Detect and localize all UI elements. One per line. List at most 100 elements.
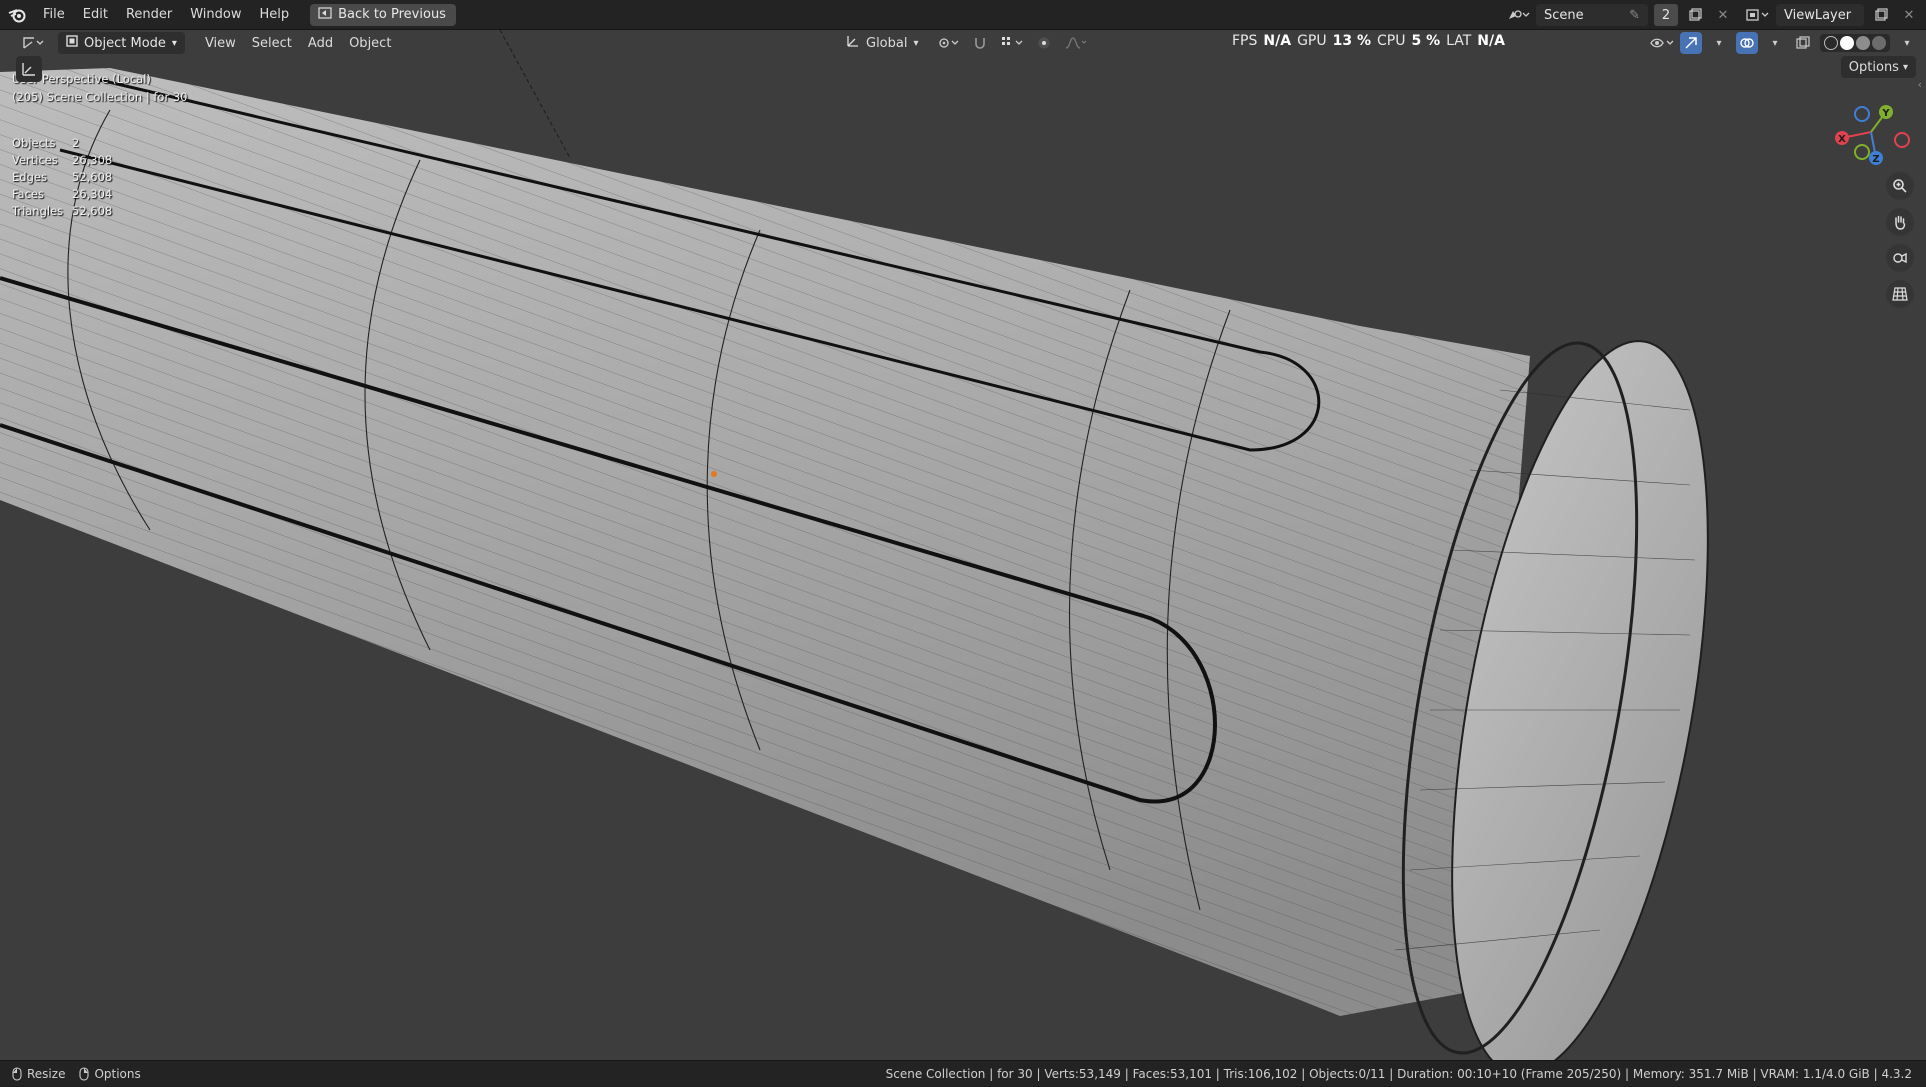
transform-tools: Global ▾ (838, 32, 1087, 54)
chevron-down-icon: ▾ (171, 37, 177, 49)
menu-file[interactable]: File (34, 0, 74, 30)
solid-shading-icon[interactable] (1840, 36, 1854, 50)
zoom-icon[interactable] (1886, 172, 1914, 200)
scene-name-text: Scene (1544, 7, 1584, 23)
sidebar-expand-icon[interactable]: ‹ (1918, 78, 1922, 91)
mesh-wireframe-render[interactable] (0, 30, 1926, 1066)
stat-row-edges: Edges 52,608 (12, 170, 112, 184)
gpu-value: 13 % (1332, 33, 1371, 49)
menu-edit[interactable]: Edit (74, 0, 117, 30)
orientation-axes-icon (846, 34, 860, 52)
menu-add[interactable]: Add (300, 32, 341, 54)
viewport-display-tools: ▾ ▾ ▾ (1650, 32, 1918, 54)
gizmo-toggle-icon[interactable] (1680, 32, 1702, 54)
mouse-left-icon (12, 1066, 22, 1081)
proportional-editing-icon[interactable] (1033, 32, 1055, 54)
options-dropdown[interactable]: Options ▾ (1840, 56, 1916, 78)
toolbar-tool-button[interactable] (16, 56, 42, 82)
gizmo-z-label: Z (1872, 154, 1879, 165)
pan-hand-icon[interactable] (1886, 208, 1914, 236)
stat-value: 52,608 (72, 170, 113, 184)
mouse-right-icon (79, 1066, 90, 1081)
navigation-gizmo[interactable]: Y X Z (1826, 92, 1916, 172)
editor-type-button[interactable] (14, 32, 52, 54)
menu-window[interactable]: Window (181, 0, 250, 30)
top-menu-bar: File Edit Render Window Help Back to Pre… (0, 0, 1926, 30)
wireframe-shading-icon[interactable] (1824, 36, 1838, 50)
status-hint-options: Options (79, 1066, 141, 1081)
cpu-value: 5 % (1411, 33, 1441, 49)
fps-value: N/A (1263, 33, 1292, 49)
status-bar: Resize Options Scene Collection | for 30… (0, 1060, 1926, 1086)
blender-logo-icon[interactable] (0, 0, 34, 30)
camera-view-icon[interactable] (1886, 244, 1914, 272)
delete-scene-icon[interactable]: ✕ (1712, 4, 1734, 26)
menu-select[interactable]: Select (244, 32, 300, 54)
viewport-navigation (1886, 172, 1914, 308)
gizmo-x-label: X (1838, 134, 1846, 145)
back-to-previous-label: Back to Previous (338, 7, 446, 22)
overlays-toggle-icon[interactable] (1736, 32, 1758, 54)
pivot-point-icon[interactable] (937, 32, 959, 54)
fps-label: FPS (1232, 33, 1258, 49)
gizmo-neg-x[interactable] (1894, 132, 1910, 148)
snap-toggle-icon[interactable] (969, 32, 991, 54)
stat-label: Vertices (12, 153, 58, 167)
delete-view-layer-icon[interactable]: ✕ (1898, 4, 1920, 26)
options-label: Options (1848, 59, 1899, 75)
visibility-selectability-icon[interactable] (1650, 32, 1674, 54)
back-icon (318, 6, 332, 23)
new-view-layer-icon[interactable] (1870, 4, 1892, 26)
lat-label: LAT (1446, 33, 1472, 49)
gizmo-neg-y[interactable] (1854, 144, 1870, 160)
status-hint-label: Resize (27, 1066, 66, 1081)
menu-help[interactable]: Help (251, 0, 299, 30)
cylinder-edge-loops (0, 68, 1530, 1016)
menu-render[interactable]: Render (117, 0, 181, 30)
perspective-toggle-icon[interactable] (1886, 280, 1914, 308)
scene-selector-icon[interactable] (1506, 4, 1530, 26)
xray-toggle-icon[interactable] (1792, 32, 1814, 54)
falloff-curve-icon[interactable] (1065, 32, 1087, 54)
material-preview-icon[interactable] (1856, 36, 1870, 50)
workspace-controls: Scene ✎ 2 ✕ ViewLayer ✕ (1506, 3, 1920, 27)
transform-orientation-dropdown[interactable]: Global ▾ (838, 32, 927, 54)
scene-name-field[interactable]: Scene ✎ (1536, 4, 1648, 26)
view-layer-field[interactable]: ViewLayer (1776, 4, 1864, 26)
cpu-label: CPU (1377, 33, 1406, 49)
menu-view[interactable]: View (197, 32, 244, 54)
stat-label: Faces (12, 187, 44, 201)
shading-mode-group (1820, 34, 1890, 52)
object-mode-icon (66, 35, 78, 51)
gizmo-dropdown-icon[interactable]: ▾ (1708, 32, 1730, 54)
new-scene-icon[interactable] (1684, 4, 1706, 26)
status-hint-label: Options (94, 1066, 141, 1081)
gpu-label: GPU (1297, 33, 1327, 49)
performance-stats: FPS N/A GPU 13 % CPU 5 % LAT N/A (1232, 30, 1505, 52)
snap-increment-icon[interactable] (1001, 32, 1023, 54)
object-mode-label: Object Mode (84, 35, 166, 51)
stat-label: Edges (12, 170, 47, 184)
scene-statistics-text: Scene Collection | for 30 | Verts:53,149… (885, 1067, 1912, 1081)
orientation-label: Global (866, 35, 908, 51)
pin-icon[interactable]: ✎ (1629, 8, 1640, 23)
overlays-dropdown-icon[interactable]: ▾ (1764, 32, 1786, 54)
view-layer-selector-icon[interactable] (1746, 4, 1770, 26)
stat-value: 52,608 (72, 204, 113, 218)
chevron-down-icon: ▾ (1902, 61, 1908, 73)
menu-object[interactable]: Object (341, 32, 399, 54)
scene-user-count: 2 (1654, 4, 1678, 26)
gizmo-neg-z[interactable] (1854, 106, 1870, 122)
view-layer-text: ViewLayer (1784, 7, 1852, 23)
status-hint-resize: Resize (12, 1067, 65, 1081)
viewport-header: Object Mode ▾ View Select Add Object Glo… (0, 30, 1926, 56)
object-origin-dot[interactable] (711, 471, 717, 477)
stat-label: Objects (12, 136, 56, 150)
rendered-shading-icon[interactable] (1872, 36, 1886, 50)
shading-dropdown-icon[interactable]: ▾ (1896, 32, 1918, 54)
stat-label: Triangles (12, 204, 64, 218)
object-mode-dropdown[interactable]: Object Mode ▾ (58, 32, 185, 54)
chevron-down-icon: ▾ (913, 37, 919, 49)
3d-viewport[interactable]: Object Mode ▾ View Select Add Object Glo… (0, 30, 1926, 1066)
back-to-previous-button[interactable]: Back to Previous (310, 3, 456, 26)
